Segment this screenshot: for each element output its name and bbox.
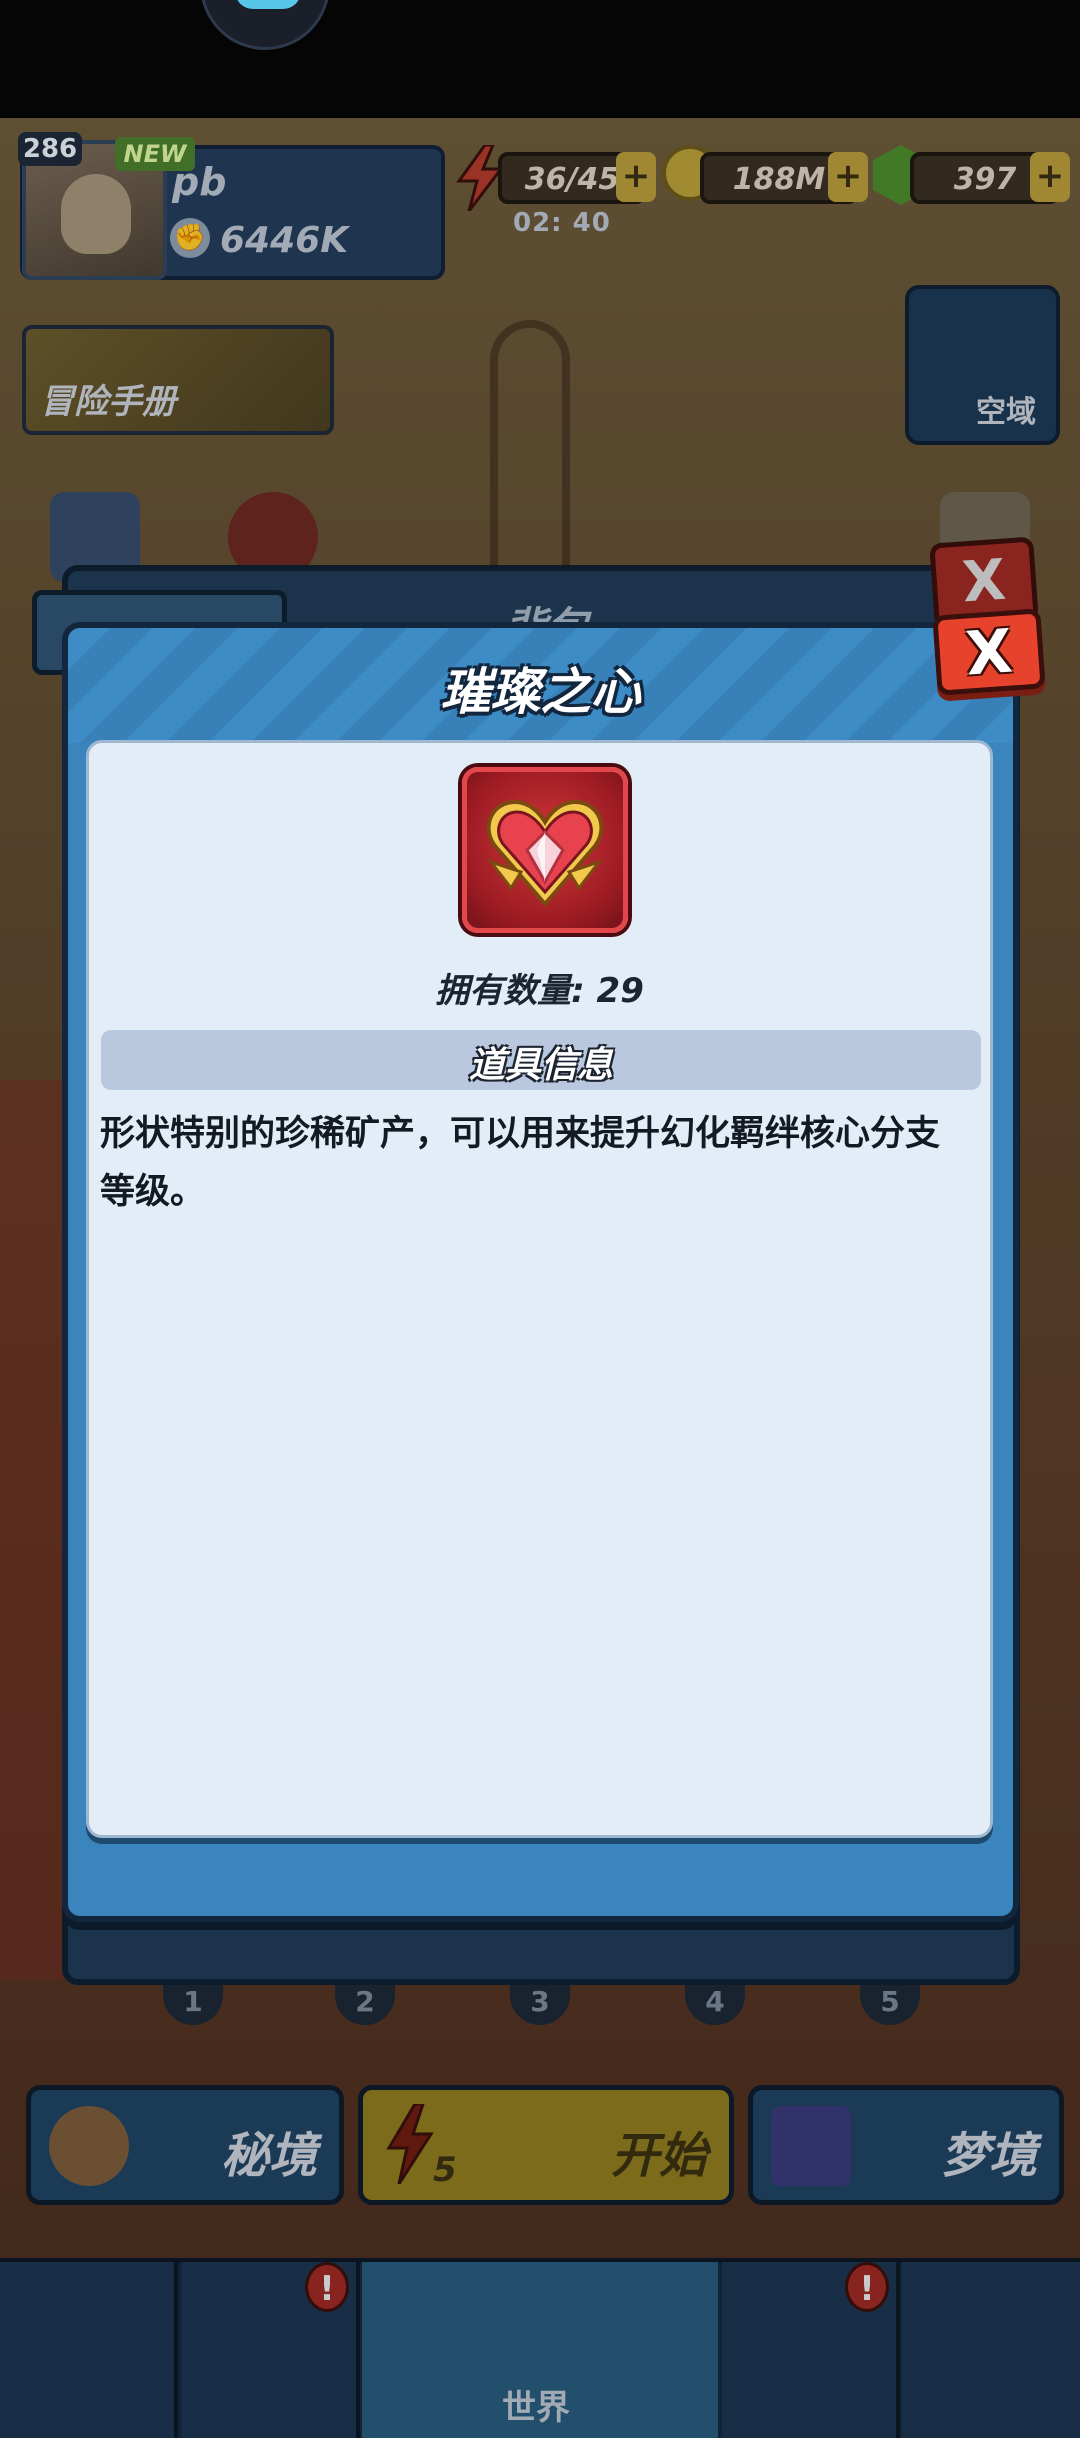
dialog-title: 璀璨之心	[440, 663, 641, 721]
section-header: 道具信息	[101, 1030, 981, 1090]
item-description: 形状特别的珍稀矿产，可以用来提升幻化羁绊核心分支等级。	[100, 1114, 941, 1212]
item-icon	[462, 767, 628, 933]
section-title: 道具信息	[468, 1045, 613, 1086]
dialog-close-button[interactable]: X	[932, 608, 1046, 696]
close-icon: X	[963, 616, 1015, 690]
fish-body	[235, 0, 301, 9]
owned-quantity: 拥有数量: 29	[435, 971, 644, 1011]
status-bar	[0, 0, 1080, 118]
dialog-header: 璀璨之心	[68, 628, 1013, 743]
heart-gem-icon	[486, 799, 604, 908]
